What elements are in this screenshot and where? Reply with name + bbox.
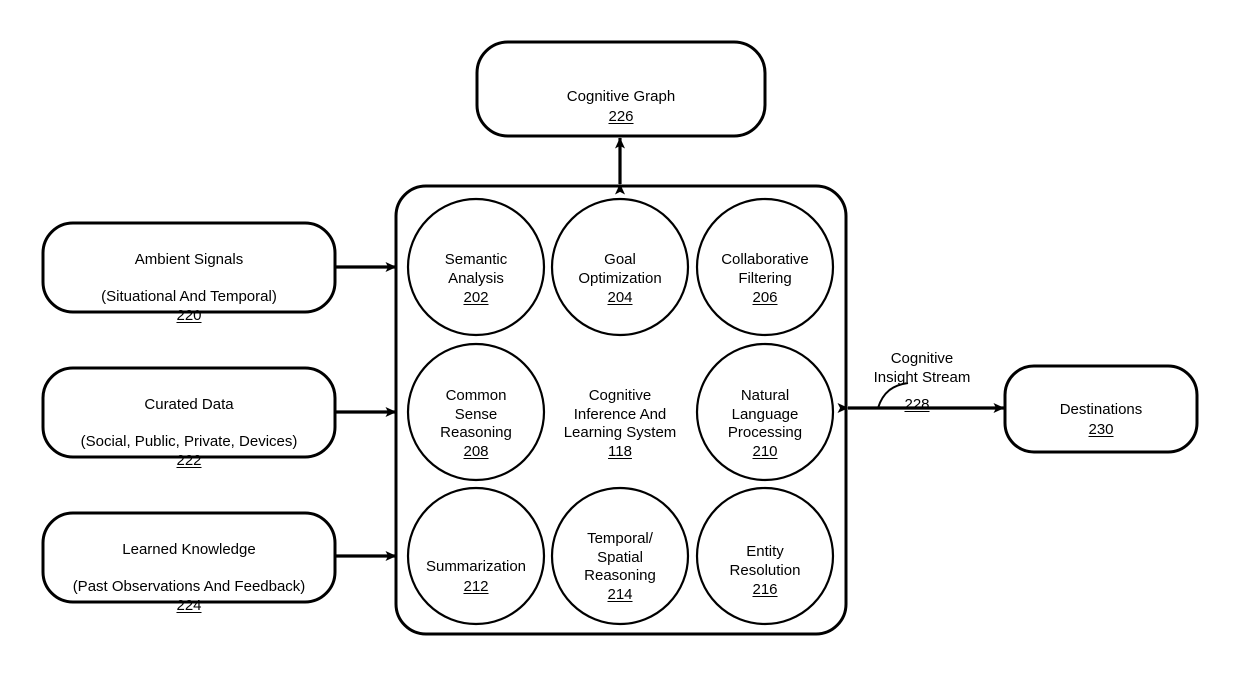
destinations-box: [1003, 364, 1199, 454]
figure-canvas: Cognitive Graph 226 Ambient Signals (Sit…: [0, 0, 1240, 684]
component-circle-common-sense-reasoning: [406, 342, 546, 482]
diagram-vector-layer: [41, 40, 1199, 636]
component-circle-goal-optimization: [550, 197, 690, 337]
cognitive-graph-box: [475, 40, 767, 138]
component-circle-temporal-spatial-reasoning: [550, 486, 690, 626]
input-box-learned-knowledge: [41, 511, 337, 604]
component-circle-entity-resolution: [695, 486, 835, 626]
input-box-curated-data: [41, 366, 337, 459]
cognitive-insight-stream-ref: 228: [904, 395, 930, 413]
cognitive-insight-stream-ref-wrap: 228: [896, 377, 938, 433]
component-circle-natural-language-processing: [695, 342, 835, 482]
component-circle-semantic-analysis: [406, 197, 546, 337]
component-circle-collaborative-filtering: [695, 197, 835, 337]
input-box-ambient-signals: [41, 221, 337, 314]
component-circle-summarization: [406, 486, 546, 626]
